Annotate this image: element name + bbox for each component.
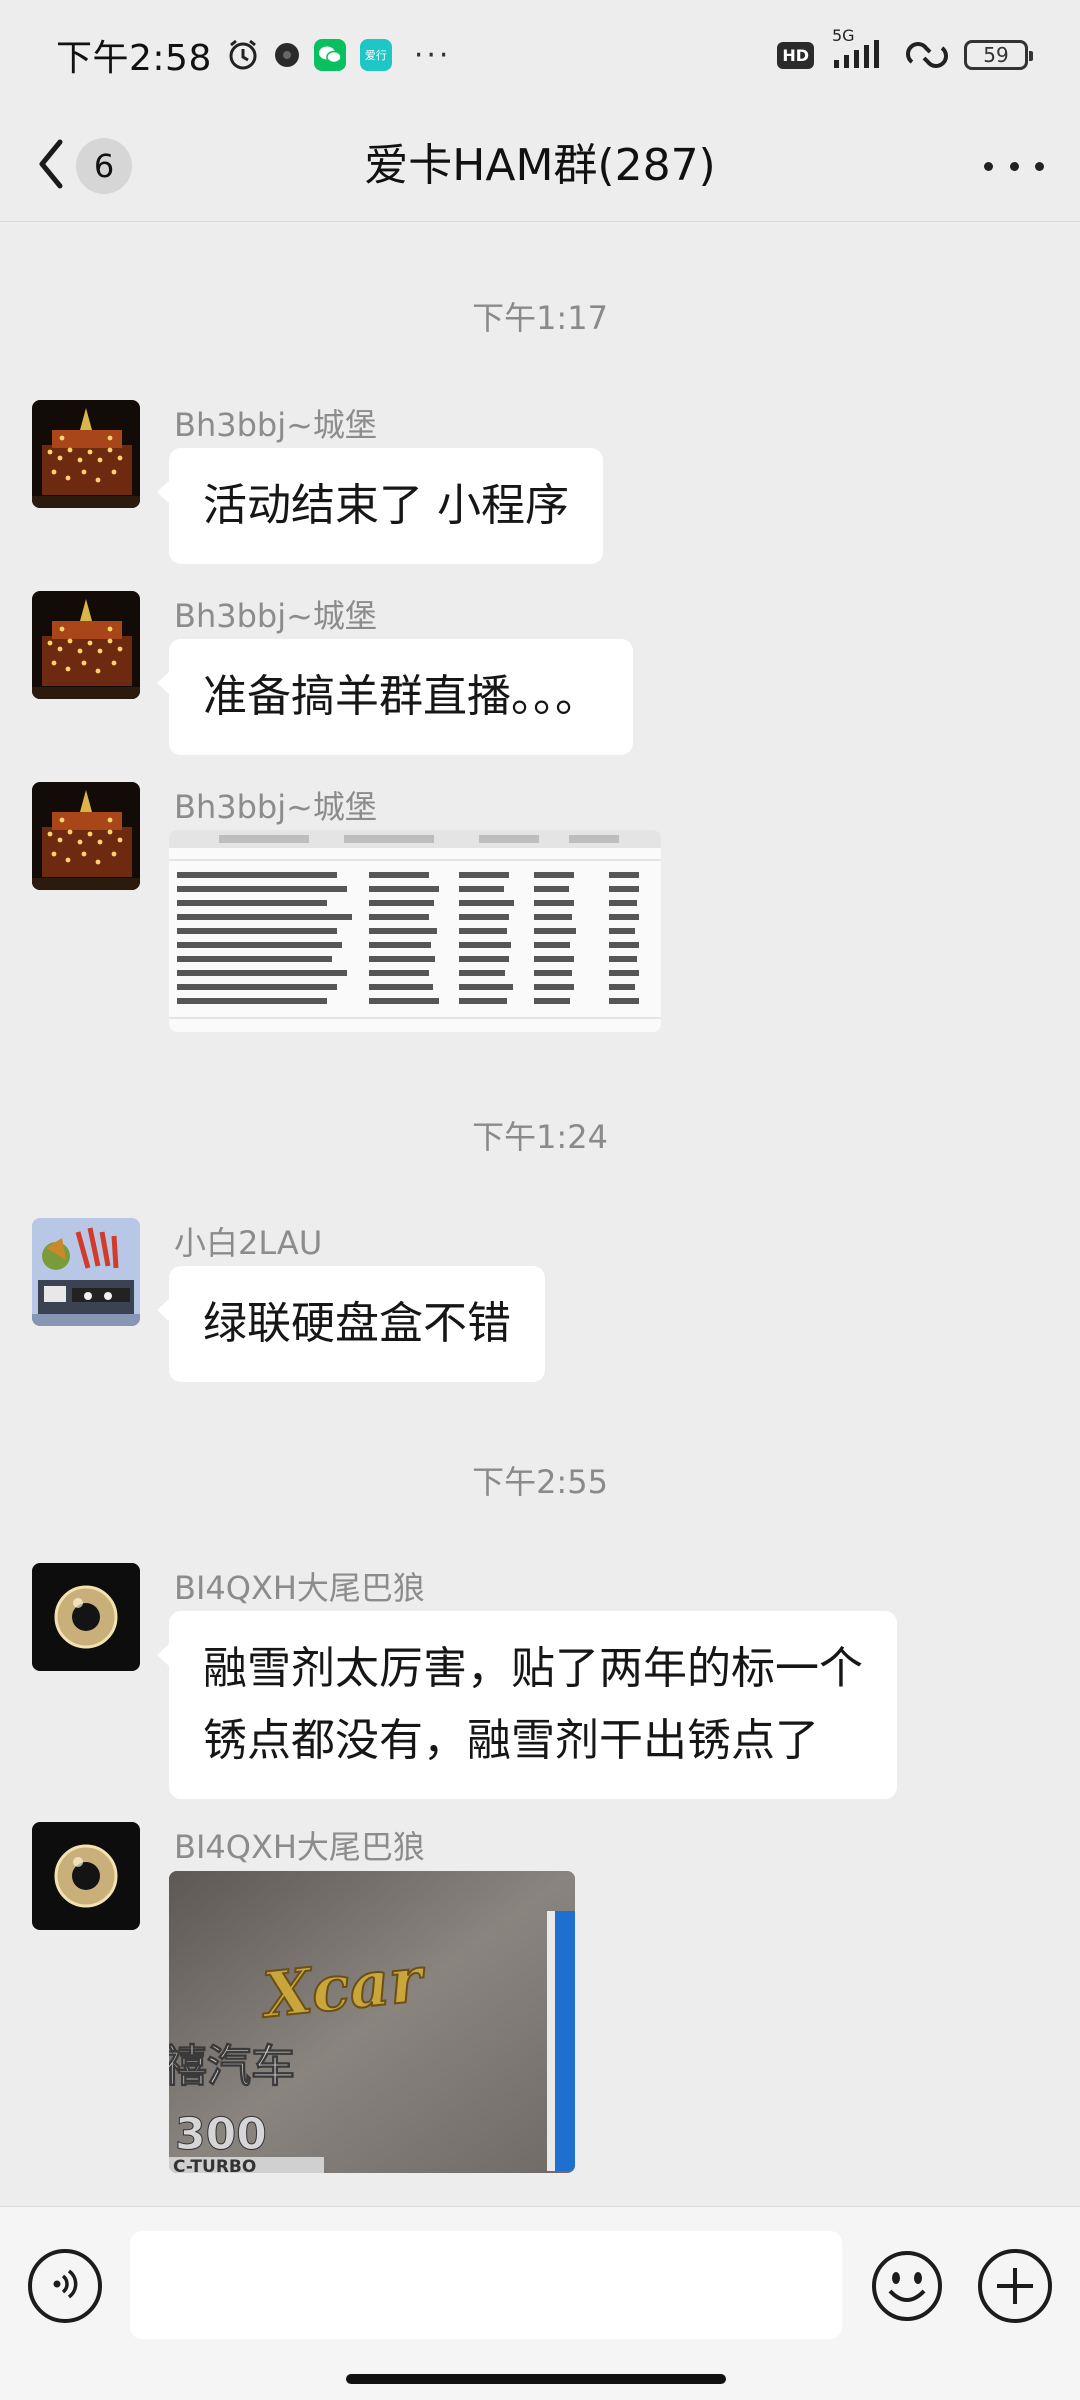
message-timestamp: 下午1:24 (472, 1118, 608, 1156)
signal-icon: 5G (830, 26, 890, 70)
car-turbo-text: C-TURBO (173, 2157, 256, 2173)
hd-badge: HD (777, 41, 814, 69)
avatar[interactable] (32, 400, 140, 508)
car-model-text: 300 (175, 2109, 267, 2160)
message-row: BI4QXH大尾巴狼 融雪剂太厉害，贴了两年的标一个 锈点都没有，融雪剂干出锈点… (32, 1563, 932, 1803)
message-bubble[interactable]: 活动结束了 小程序 (157, 448, 603, 564)
status-bar: 下午2:58 爱行 ··· HD 5G 59 (0, 0, 1080, 110)
home-indicator[interactable] (346, 2374, 726, 2384)
unread-count-badge: 6 (76, 138, 132, 194)
avatar[interactable] (32, 1563, 140, 1671)
sender-name: BI4QXH大尾巴狼 (174, 1828, 425, 1866)
status-time: 下午2:58 (56, 38, 212, 79)
message-bubble[interactable]: 准备搞羊群直播。。。 (157, 639, 633, 755)
dot-icon (984, 161, 993, 171)
dot-icon (1009, 161, 1019, 171)
avatar[interactable] (32, 1822, 140, 1930)
wechat-icon (313, 39, 346, 71)
avatar[interactable] (32, 782, 140, 890)
car-sign-text: 禧汽车 (169, 2041, 295, 2092)
aixing-app-icon: 爱行 (359, 39, 392, 71)
more-functions-button[interactable] (978, 2249, 1052, 2323)
message-timestamp: 下午2:55 (472, 1463, 608, 1501)
chat-header: 6 爱卡HAM群(287) (0, 110, 1080, 222)
sender-name: 小白2LAU (174, 1224, 323, 1262)
chevron-left-icon (36, 138, 66, 194)
alarm-icon (226, 38, 260, 72)
avatar[interactable] (32, 591, 140, 699)
sender-name: Bh3bbj~城堡 (174, 406, 377, 444)
emoji-button[interactable] (870, 2249, 944, 2323)
message-row: Bh3bbj~城堡 准备搞羊群直播。。。 (32, 591, 672, 755)
app-badge-label: 爱行 (364, 49, 387, 62)
battery-indicator: 59 (964, 40, 1033, 70)
avatar[interactable] (32, 1218, 140, 1326)
network-type-label: 5G (832, 26, 855, 45)
message-bubble[interactable]: 融雪剂太厉害，贴了两年的标一个 锈点都没有，融雪剂干出锈点了 (157, 1611, 897, 1799)
message-row: Bh3bbj~城堡 活动结束了 小程序 (32, 400, 632, 564)
voice-icon (47, 2266, 83, 2306)
camera-dot-icon (274, 42, 300, 68)
message-bubble[interactable]: 绿联硬盘盒不错 (157, 1266, 545, 1382)
more-notifications-icon: ··· (413, 37, 452, 73)
message-row: 小白2LAU 绿联硬盘盒不错 (32, 1218, 632, 1382)
chat-title: 爱卡HAM群(287) (364, 140, 716, 191)
sender-name: Bh3bbj~城堡 (174, 788, 377, 826)
message-input[interactable] (130, 2231, 842, 2339)
dot-icon (1035, 161, 1044, 171)
message-row: BI4QXH大尾巴狼 Xcar 禧汽车 300 C-TURBO (32, 1822, 632, 2174)
image-message-car-badge[interactable]: Xcar 禧汽车 300 C-TURBO (169, 1871, 575, 2173)
message-row: Bh3bbj~城堡 (32, 782, 672, 1034)
chat-input-bar (0, 2206, 1080, 2400)
image-message-spreadsheet[interactable] (169, 830, 661, 1032)
sender-name: BI4QXH大尾巴狼 (174, 1569, 425, 1607)
smiley-icon (870, 2251, 944, 2327)
sender-name: Bh3bbj~城堡 (174, 597, 377, 635)
voice-input-button[interactable] (28, 2249, 102, 2323)
more-options-button[interactable] (984, 146, 1044, 186)
back-button[interactable]: 6 (36, 132, 132, 200)
message-timestamp: 下午1:17 (472, 299, 608, 337)
link-icon (906, 40, 948, 70)
